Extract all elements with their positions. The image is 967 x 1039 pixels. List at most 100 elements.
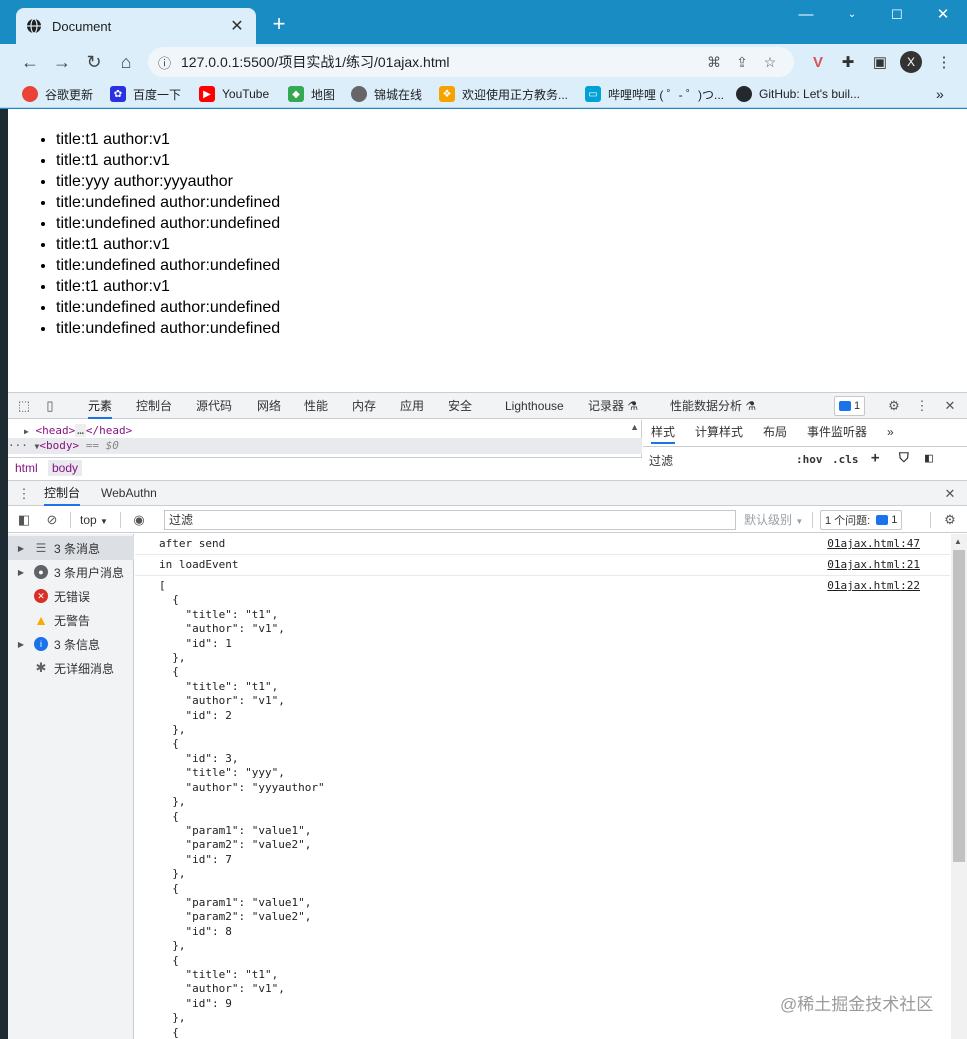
chevron-down-icon[interactable]: ⌄ bbox=[829, 4, 875, 26]
dropdown-arrow-icon: ▼ bbox=[795, 517, 804, 526]
error-icon: ✕ bbox=[34, 589, 48, 603]
scroll-up-icon[interactable]: ▲ bbox=[954, 537, 962, 546]
sidebar-item-messages[interactable]: ▶ ☰ 3 条消息 bbox=[8, 536, 134, 560]
drawer-menu-icon[interactable]: ⋮ bbox=[14, 484, 34, 504]
sidebar-item-user-messages[interactable]: ▶ ● 3 条用户消息 bbox=[8, 560, 134, 584]
sidebar-item-warnings[interactable]: ▲ 无警告 bbox=[8, 608, 134, 632]
tab-event-listeners[interactable]: 事件监听器 bbox=[807, 420, 867, 444]
tab-performance-insights[interactable]: 性能数据分析 ⚗ bbox=[670, 393, 756, 419]
source-link[interactable]: 01ajax.html:21 bbox=[827, 558, 920, 571]
bookmark-item[interactable]: ◆ 地图 bbox=[288, 85, 335, 103]
sidebar-item-errors[interactable]: ✕ 无错误 bbox=[8, 584, 134, 608]
profile-avatar[interactable]: X bbox=[900, 51, 922, 73]
extension-icon[interactable]: V bbox=[804, 48, 832, 76]
new-rule-icon[interactable]: + bbox=[871, 450, 879, 466]
tab-sources[interactable]: 源代码 bbox=[196, 393, 232, 419]
tab-computed[interactable]: 计算样式 bbox=[695, 420, 743, 444]
home-icon[interactable]: ⌂ bbox=[110, 46, 142, 78]
device-toggle-icon[interactable]: ▯ bbox=[40, 396, 60, 416]
gear-icon[interactable]: ⚙ bbox=[884, 396, 904, 416]
bookmark-item[interactable]: ❖ 欢迎使用正方教务... bbox=[439, 85, 568, 103]
forward-icon[interactable]: → bbox=[46, 46, 78, 78]
breadcrumb-body[interactable]: body bbox=[48, 460, 83, 476]
bookmark-item[interactable]: ▶ YouTube bbox=[199, 85, 269, 103]
new-tab-button[interactable]: + bbox=[268, 13, 290, 36]
tab-recorder[interactable]: 记录器 ⚗ bbox=[588, 393, 638, 419]
dom-node-body[interactable]: ··· ▼<body> == $0 bbox=[8, 438, 642, 454]
address-bar[interactable]: ⓘ 127.0.0.1:5500/项目实战1/练习/01ajax.html ⌘ … bbox=[148, 47, 794, 77]
bookmark-item[interactable]: 锦城在线 bbox=[351, 85, 422, 103]
translate-icon[interactable]: ⌘ bbox=[700, 54, 728, 71]
more-options-icon[interactable]: ⋮ bbox=[912, 396, 932, 416]
url-text[interactable]: 127.0.0.1:5500/项目实战1/练习/01ajax.html bbox=[181, 52, 700, 72]
tab-performance[interactable]: 性能 bbox=[304, 393, 328, 419]
sidepanel-icon[interactable]: ▣ bbox=[866, 48, 894, 76]
tab-network[interactable]: 网络 bbox=[257, 393, 281, 419]
breadcrumb-html[interactable]: html bbox=[11, 460, 42, 476]
tab-application[interactable]: 应用 bbox=[400, 393, 424, 419]
tab-memory[interactable]: 内存 bbox=[352, 393, 376, 419]
close-drawer-icon[interactable]: ✕ bbox=[940, 484, 960, 504]
sidebar-item-verbose[interactable]: ✱ 无详细消息 bbox=[8, 656, 134, 680]
tab-webauthn[interactable]: WebAuthn bbox=[101, 481, 157, 506]
globe-icon bbox=[351, 86, 367, 102]
console-message: after send 01ajax.html:47 bbox=[135, 534, 950, 555]
paint-icon[interactable]: ⛉ bbox=[899, 451, 909, 466]
sidebar-item-info[interactable]: ▶ i 3 条信息 bbox=[8, 632, 134, 656]
list-item: title:t1 author:v1 bbox=[56, 276, 280, 297]
sidebar-toggle-icon[interactable]: ◧ bbox=[925, 451, 933, 466]
source-link[interactable]: 01ajax.html:22 bbox=[827, 579, 920, 592]
source-link[interactable]: 01ajax.html:47 bbox=[827, 537, 920, 550]
scrollbar-thumb[interactable] bbox=[953, 550, 965, 862]
close-devtools-icon[interactable]: ✕ bbox=[940, 396, 960, 416]
issues-badge[interactable]: 1 bbox=[834, 396, 866, 416]
window-close-icon[interactable]: ✕ bbox=[920, 4, 966, 26]
tab-styles[interactable]: 样式 bbox=[651, 420, 676, 444]
sidebar-toggle-icon[interactable]: ◧ bbox=[14, 510, 34, 530]
console-settings-icon[interactable]: ⚙ bbox=[940, 510, 960, 530]
bookmark-item[interactable]: ✿ 百度一下 bbox=[110, 85, 181, 103]
more-bookmarks-icon[interactable]: » bbox=[936, 85, 944, 103]
info-icon: i bbox=[34, 637, 48, 651]
tab-console[interactable]: 控制台 bbox=[136, 393, 172, 419]
tab-drawer-console[interactable]: 控制台 bbox=[44, 481, 81, 506]
hov-toggle[interactable]: :hov bbox=[796, 453, 823, 466]
minimize-icon[interactable]: — bbox=[783, 4, 829, 26]
context-selector[interactable]: top ▼ bbox=[80, 511, 108, 529]
menu-icon[interactable]: ⋮ bbox=[930, 48, 958, 76]
bookmark-star-icon[interactable]: ☆ bbox=[756, 54, 784, 71]
log-levels-dropdown[interactable]: 默认级别 ▼ bbox=[744, 511, 803, 529]
message-icon bbox=[876, 515, 889, 525]
more-tabs-icon[interactable]: » bbox=[887, 420, 894, 444]
maximize-icon[interactable]: ☐ bbox=[874, 4, 920, 26]
tab-security[interactable]: 安全 bbox=[448, 393, 472, 419]
tab-layout[interactable]: 布局 bbox=[763, 420, 787, 444]
page-content: title:t1 author:v1 title:t1 author:v1 ti… bbox=[8, 109, 967, 392]
devtools-tabbar: ⬚ ▯ 元素 控制台 源代码 网络 性能 内存 应用 安全 Lighthouse… bbox=[8, 393, 967, 419]
eye-icon[interactable]: ◉ bbox=[129, 510, 149, 530]
close-tab-icon[interactable]: ✕ bbox=[228, 16, 246, 36]
bookmark-item[interactable]: ▭ 哔哩哔哩 ( ゜- ゜)つ... bbox=[585, 85, 724, 103]
list-item: title:t1 author:v1 bbox=[56, 129, 280, 150]
site-info-icon[interactable]: ⓘ bbox=[158, 53, 171, 72]
bookmark-item[interactable]: GitHub: Let's buil... bbox=[736, 85, 860, 103]
clear-console-icon[interactable]: ⊘ bbox=[42, 510, 62, 530]
console-filter-input[interactable]: 过滤 bbox=[164, 510, 736, 530]
bookmark-item[interactable]: 谷歌更新 bbox=[22, 85, 93, 103]
dom-node-head[interactable]: ▶ <head>… </head> bbox=[24, 423, 132, 439]
console-issues-button[interactable]: 1 个问题: 1 bbox=[820, 510, 903, 530]
console-scrollbar[interactable]: ▲ bbox=[951, 534, 967, 1039]
json-output[interactable]: [ { "title": "t1", "author": "v1", "id":… bbox=[159, 579, 325, 1039]
tab-lighthouse[interactable]: Lighthouse bbox=[505, 393, 564, 419]
cls-toggle[interactable]: .cls bbox=[832, 453, 859, 466]
share-icon[interactable]: ⇪ bbox=[728, 54, 756, 71]
tab-document[interactable]: Document ✕ bbox=[16, 8, 256, 44]
tab-elements[interactable]: 元素 bbox=[88, 393, 113, 419]
inspect-icon[interactable]: ⬚ bbox=[14, 396, 34, 416]
scroll-up-icon[interactable]: ▲ bbox=[630, 422, 639, 432]
back-icon[interactable]: ← bbox=[14, 46, 46, 78]
reload-icon[interactable]: ↻ bbox=[78, 46, 110, 78]
styles-filter-input[interactable]: 过滤 bbox=[647, 451, 787, 471]
expand-arrow-icon[interactable]: ▶ bbox=[24, 427, 29, 436]
puzzle-icon[interactable]: ✚ bbox=[834, 48, 862, 76]
